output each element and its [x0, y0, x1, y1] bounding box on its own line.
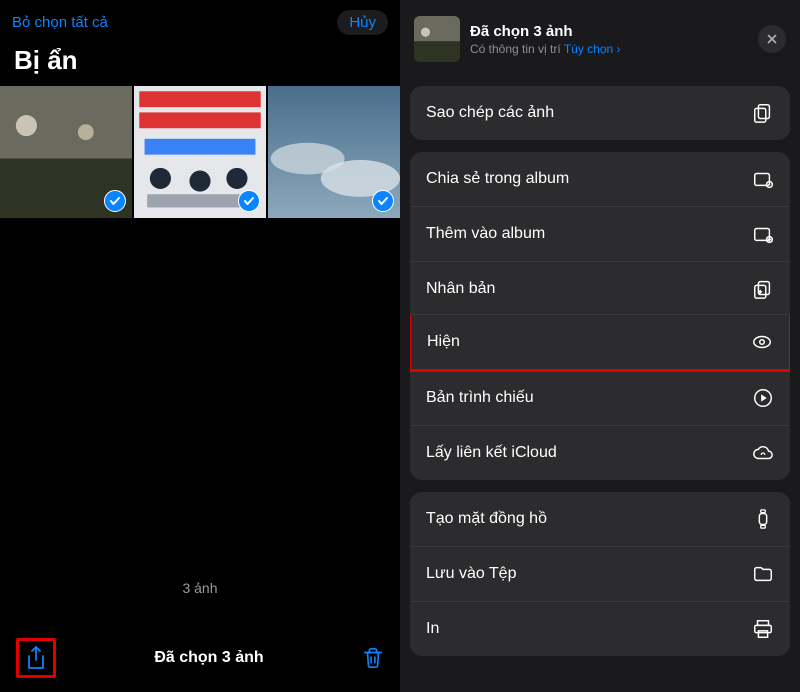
location-info-label: Có thông tin vị trí	[470, 42, 564, 56]
share-sheet-header: Đã chọn 3 ảnh Có thông tin vị trí Tùy ch…	[400, 0, 800, 74]
action-printer[interactable]: In	[410, 601, 790, 656]
selected-check-icon	[238, 190, 260, 212]
cancel-button[interactable]: Hủy	[337, 10, 388, 35]
eye-icon	[751, 331, 773, 353]
action-folder[interactable]: Lưu vào Tệp	[410, 546, 790, 601]
album-add-icon	[752, 223, 774, 245]
folder-icon	[752, 563, 774, 585]
action-album-share[interactable]: Chia sẻ trong album	[410, 152, 790, 206]
share-button-highlight	[16, 638, 56, 678]
options-link[interactable]: Tùy chọn ›	[564, 42, 621, 56]
photo-thumbnail[interactable]	[268, 86, 400, 218]
album-share-icon	[752, 168, 774, 190]
trash-icon[interactable]	[362, 646, 384, 670]
action-label: Hiện	[427, 333, 460, 351]
share-sheet-body[interactable]: Sao chép các ảnh Chia sẻ trong album Thêm …	[400, 74, 800, 692]
photo-grid	[0, 86, 400, 218]
action-group: Chia sẻ trong album Thêm vào album Nhân bả…	[410, 152, 790, 480]
action-group: Sao chép các ảnh	[410, 86, 790, 140]
left-topbar: Bỏ chọn tất cả Hủy	[0, 0, 400, 41]
action-label: Lưu vào Tệp	[426, 565, 516, 583]
action-play-circle[interactable]: Bản trình chiếu	[410, 370, 790, 425]
photo-thumbnail[interactable]	[134, 86, 266, 218]
play-circle-icon	[752, 387, 774, 409]
selected-check-icon	[104, 190, 126, 212]
action-eye[interactable]: Hiện	[410, 314, 790, 372]
duplicate-icon	[752, 278, 774, 300]
action-label: Tạo mặt đồng hồ	[426, 510, 547, 528]
selected-check-icon	[372, 190, 394, 212]
action-group: Tạo mặt đồng hồ Lưu vào Tệp In	[410, 492, 790, 656]
action-copy[interactable]: Sao chép các ảnh	[410, 86, 790, 140]
action-watch[interactable]: Tạo mặt đồng hồ	[410, 492, 790, 546]
photo-thumbnail[interactable]	[0, 86, 132, 218]
cloud-link-icon	[752, 442, 774, 464]
close-button[interactable]	[758, 25, 786, 53]
action-album-add[interactable]: Thêm vào album	[410, 206, 790, 261]
toolbar-title: Đã chọn 3 ảnh	[154, 649, 263, 667]
printer-icon	[752, 618, 774, 640]
action-label: Thêm vào album	[426, 225, 545, 243]
hidden-album-screen: Bỏ chọn tất cả Hủy Bị ẩn	[0, 0, 400, 692]
bottom-toolbar: Đã chọn 3 ảnh	[0, 626, 400, 692]
action-label: Lấy liên kết iCloud	[426, 444, 557, 462]
action-label: Sao chép các ảnh	[426, 104, 554, 122]
action-cloud-link[interactable]: Lấy liên kết iCloud	[410, 425, 790, 480]
action-label: In	[426, 620, 439, 638]
action-label: Bản trình chiếu	[426, 389, 534, 407]
copy-icon	[752, 102, 774, 124]
action-label: Chia sẻ trong album	[426, 170, 569, 188]
share-sheet: Đã chọn 3 ảnh Có thông tin vị trí Tùy ch…	[400, 0, 800, 692]
page-title: Bị ẩn	[0, 41, 400, 86]
sheet-title: Đã chọn 3 ảnh	[470, 23, 748, 40]
share-icon[interactable]	[24, 645, 48, 671]
sheet-thumbnail	[414, 16, 460, 62]
photo-count-label: 3 ảnh	[0, 580, 400, 626]
sheet-subtitle[interactable]: Có thông tin vị trí Tùy chọn ›	[470, 42, 748, 56]
watch-icon	[752, 508, 774, 530]
action-duplicate[interactable]: Nhân bản	[410, 261, 790, 316]
deselect-all-button[interactable]: Bỏ chọn tất cả	[12, 14, 108, 31]
action-label: Nhân bản	[426, 280, 495, 298]
